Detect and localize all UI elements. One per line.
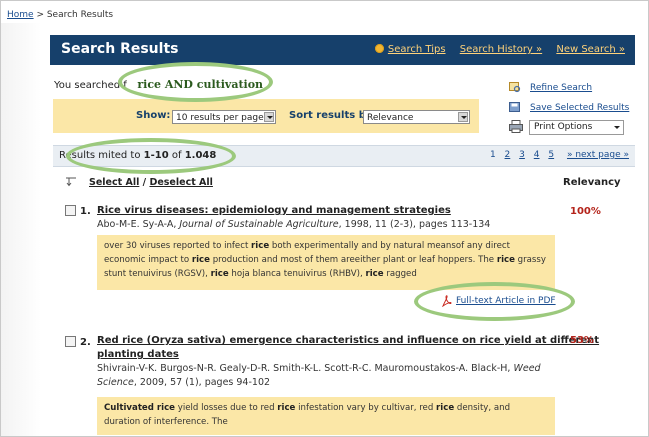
result-2-snippet: Cultivated rice yield losses due to red … — [97, 397, 555, 435]
result-1-number: 1. — [80, 206, 91, 217]
results-per-page-select[interactable]: 10 results per page — [172, 110, 276, 124]
result-2-citation: Shivrain-V-K. Burgos-N-R. Gealy-D-R. Smi… — [97, 362, 557, 390]
sort-value: Relevance — [367, 113, 414, 123]
results-per-page-value: 10 results per page — [176, 113, 264, 123]
searched-query: You searched fr: rice AND cultivation — [54, 78, 263, 91]
results-count: Results mited to 1-10 of 1.048 — [59, 150, 216, 161]
page-4-link[interactable]: 4 — [534, 150, 540, 160]
result-1-journal: Journal of Sustainable Agriculture — [179, 219, 339, 230]
print-options-value: Print Options — [534, 122, 593, 132]
header-links: Search Tips Search History » New Search … — [374, 44, 625, 55]
result-2-authors: Shivrain-V-K. Burgos-N-R. Gealy-D-R. Smi… — [97, 363, 514, 374]
display-options-bar: Show: 10 results per page Sort results b… — [53, 99, 479, 133]
results-limited-text: mited to — [98, 150, 141, 161]
page-5-link[interactable]: 5 — [548, 150, 554, 160]
results-total: 1.048 — [184, 150, 217, 161]
result-2-checkbox[interactable] — [65, 336, 76, 347]
breadcrumb-separator: > — [33, 10, 47, 20]
result-2-journal-b: Science — [97, 377, 134, 388]
snippet-keyword: rice — [365, 269, 384, 279]
query-text: rice AND cultivation — [137, 78, 264, 91]
breadcrumb-current: Search Results — [46, 10, 114, 20]
select-arrow-icon — [66, 177, 76, 187]
refine-search-link[interactable]: Refine Search — [530, 83, 592, 93]
snippet-text: hoja blanca tenuivirus (RHBV), — [228, 269, 366, 279]
snippet-keyword: rice — [191, 255, 210, 265]
result-2-title-line2: planting dates — [97, 349, 179, 360]
next-page-link[interactable]: » next page » — [567, 150, 629, 160]
result-1-snippet: over 30 viruses reported to infect rice … — [97, 235, 555, 290]
snippet-keyword: rice — [496, 255, 515, 265]
page-frame: Home > Search Results Search Results Sea… — [0, 0, 649, 437]
full-text-pdf-link[interactable]: Full-text Article in PDF — [456, 296, 556, 306]
page-3-link[interactable]: 3 — [519, 150, 525, 160]
result-2-journal-a: Weed — [513, 363, 541, 374]
breadcrumb-home-link[interactable]: Home — [7, 10, 34, 20]
snippet-keyword: Cultivated rice — [104, 403, 176, 413]
results-prefix: Results — [59, 150, 96, 161]
refine-search-icon — [509, 82, 521, 93]
result-1-authors: Abo-M-E. Sy-A-A, — [97, 219, 180, 230]
snippet-text: infestation vary by cultivar, red — [295, 403, 437, 413]
search-results-header: Search Results Search Tips Search Histor… — [50, 35, 635, 65]
dropdown-arrow-icon — [264, 112, 274, 122]
print-options-select[interactable]: Print Options — [529, 120, 624, 135]
left-margin-strip — [1, 23, 41, 436]
select-all-link[interactable]: Select All — [89, 177, 139, 188]
snippet-text: ragged — [383, 269, 417, 279]
snippet-keyword: rice — [277, 403, 296, 413]
relevancy-header: Relevancy — [563, 177, 621, 188]
deselect-all-link[interactable]: Deselect All — [149, 177, 212, 188]
select-all-controls: Select All / Deselect All — [89, 177, 213, 188]
save-icon — [509, 102, 520, 112]
result-2-relevance: 53% — [570, 335, 594, 346]
search-history-link[interactable]: Search History » — [460, 44, 542, 55]
dropdown-arrow-icon — [458, 112, 468, 122]
page-2-link[interactable]: 2 — [505, 150, 511, 160]
pdf-icon — [442, 295, 452, 307]
search-tips-link[interactable]: Search Tips — [388, 44, 446, 55]
snippet-keyword: rice — [251, 241, 270, 251]
searched-prefix: You searched f — [54, 80, 127, 91]
page-1: 1 — [489, 150, 496, 160]
breadcrumb: Home > Search Results — [7, 10, 113, 20]
chevron-down-icon — [614, 126, 620, 129]
results-range: 1-10 — [143, 150, 169, 161]
result-2-number: 2. — [80, 337, 91, 348]
printer-icon — [509, 120, 523, 133]
result-1-checkbox[interactable] — [65, 205, 76, 216]
result-1-details: , 1998, 11 (2-3), pages 113-134 — [338, 219, 491, 230]
save-selected-results-link[interactable]: Save Selected Results — [530, 103, 629, 113]
snippet-text: yield losses due to red — [175, 403, 278, 413]
result-1-title-link[interactable]: Rice virus diseases: epidemiology and ma… — [97, 204, 451, 218]
result-1-citation: Abo-M-E. Sy-A-A, Journal of Sustainable … — [97, 218, 490, 232]
results-of: of — [171, 150, 182, 161]
lightbulb-icon — [374, 44, 384, 53]
new-search-link[interactable]: New Search » — [556, 44, 625, 55]
snippet-keyword: rice — [210, 269, 229, 279]
result-2-title-line1: Red rice (Oryza sativa) emergence charac… — [97, 335, 600, 346]
result-2-details: , 2009, 57 (1), pages 94-102 — [133, 377, 271, 388]
page-title: Search Results — [61, 41, 179, 57]
pagination: 1 2 3 4 5 » next page » — [484, 150, 629, 160]
snippet-text: over 30 viruses reported to infect — [104, 241, 252, 251]
snippet-keyword: rice — [436, 403, 455, 413]
result-1-relevance: 100% — [570, 206, 601, 217]
result-2-title-link[interactable]: Red rice (Oryza sativa) emergence charac… — [97, 334, 599, 362]
snippet-text: production and most of them areeither pl… — [209, 255, 497, 265]
show-label: Show: — [136, 110, 171, 121]
select-divider: / — [142, 177, 147, 188]
results-count-bar: Results mited to 1-10 of 1.048 1 2 3 4 5… — [53, 145, 635, 167]
sort-select[interactable]: Relevance — [363, 110, 470, 124]
